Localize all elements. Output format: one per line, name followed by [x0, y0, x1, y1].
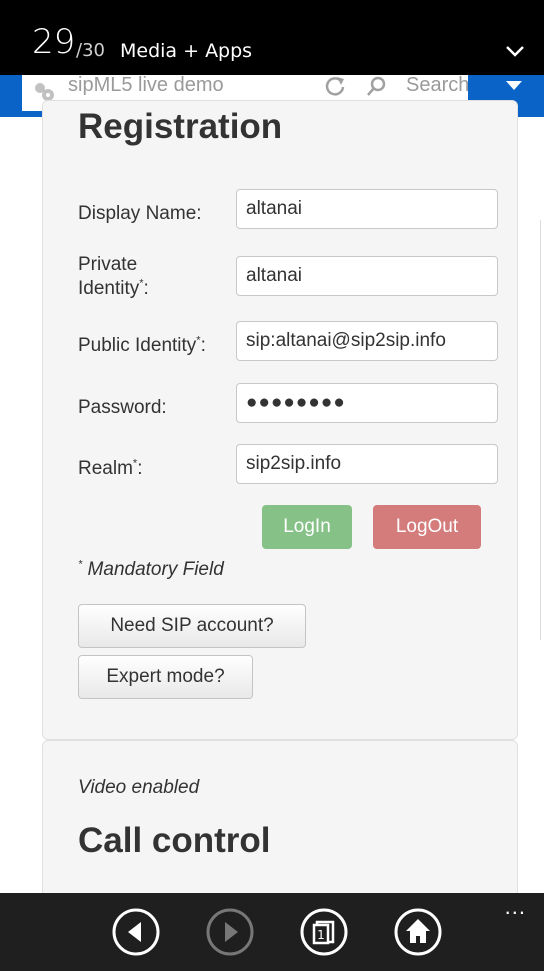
page-counter-current: 29: [32, 22, 76, 62]
svg-text:1: 1: [317, 928, 325, 942]
browser-app-bar: 1 ...: [0, 893, 544, 971]
display-name-label: Display Name:: [78, 203, 202, 224]
home-icon[interactable]: [393, 907, 443, 957]
registration-title: Registration: [78, 107, 283, 146]
public-identity-field[interactable]: sip:altanai@sip2sip.info: [236, 321, 498, 361]
display-name-field[interactable]: altanai: [236, 189, 498, 229]
more-options-icon[interactable]: ...: [505, 896, 526, 918]
call-control-panel: Video enabled Call control: [42, 740, 518, 912]
video-status: Video enabled: [78, 777, 200, 798]
next-panel-edge: [540, 220, 544, 640]
address-menu-arrow-icon[interactable]: [506, 81, 522, 93]
status-bar: 29 /30 Media + Apps: [0, 0, 544, 75]
login-button[interactable]: LogIn: [262, 505, 352, 549]
refresh-icon[interactable]: [324, 75, 346, 97]
expert-mode-button[interactable]: Expert mode?: [78, 655, 253, 699]
call-control-title: Call control: [78, 821, 271, 860]
private-identity-label: Private Identity*:: [78, 254, 149, 299]
mandatory-field-note: * Mandatory Field: [78, 558, 224, 580]
search-placeholder[interactable]: Search: [406, 75, 468, 99]
password-field[interactable]: ●●●●●●●●: [236, 383, 498, 423]
logout-button[interactable]: LogOut: [373, 505, 481, 549]
back-icon[interactable]: [111, 907, 161, 957]
private-identity-field[interactable]: altanai: [236, 256, 498, 296]
password-label: Password:: [78, 397, 167, 418]
search-icon[interactable]: [366, 75, 388, 97]
registration-panel: Registration Display Name: altanai Priva…: [42, 100, 518, 740]
realm-label: Realm*:: [78, 457, 143, 479]
tabs-icon[interactable]: 1: [299, 907, 349, 957]
forward-icon[interactable]: [205, 907, 255, 957]
address-text: sipML5 live demo: [68, 75, 224, 96]
public-identity-label: Public Identity*:: [78, 334, 206, 356]
realm-field[interactable]: sip2sip.info: [236, 444, 498, 484]
chevron-down-icon[interactable]: [504, 40, 526, 62]
status-section-title: Media + Apps: [120, 40, 253, 62]
need-sip-account-button[interactable]: Need SIP account?: [78, 604, 306, 648]
page-counter-total: /30: [76, 40, 105, 61]
